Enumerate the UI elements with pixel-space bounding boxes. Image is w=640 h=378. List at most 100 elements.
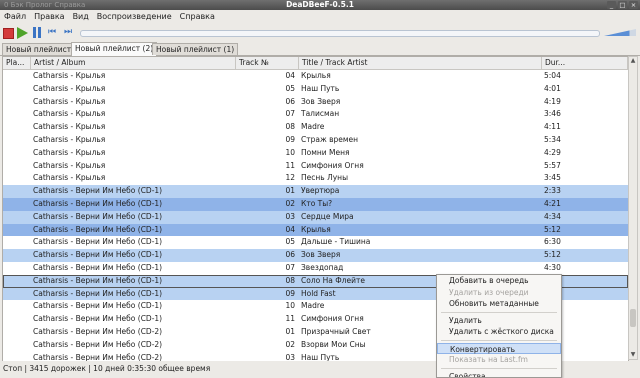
stop-button[interactable] <box>3 28 14 39</box>
cell-duration: 4:29 <box>544 147 604 160</box>
table-row[interactable]: Catharsis - Крылья05Наш Путь4:01 <box>3 83 628 96</box>
cell-title: Песнь Луны <box>301 172 511 185</box>
cell-track-number: 11 <box>237 160 295 173</box>
menu-playback[interactable]: Воспроизведение <box>93 10 176 24</box>
cell-track-number: 01 <box>237 326 295 339</box>
cell-artist: Catharsis - Верни Им Небо (CD-1) <box>33 236 233 249</box>
pause-button[interactable] <box>33 27 45 38</box>
column-header-playing[interactable]: Pla... <box>3 57 31 69</box>
table-row[interactable]: Catharsis - Верни Им Небо (CD-1) 05 Дальше… <box>3 236 628 249</box>
cell-duration: 6:30 <box>544 236 604 249</box>
maximize-icon[interactable]: □ <box>618 1 627 9</box>
menu-view[interactable]: Вид <box>69 10 93 24</box>
table-row[interactable]: Catharsis - Крылья08Madre4:11 <box>3 121 628 134</box>
table-row[interactable]: Catharsis - Верни Им Небо (CD-1)01Увертю… <box>3 185 628 198</box>
seek-bar[interactable] <box>80 30 600 37</box>
cell-track-number: 11 <box>237 313 295 326</box>
playlist-tabs: Новый плейлист Новый плейлист (2) Новый … <box>0 41 640 56</box>
cell-track-number: 03 <box>237 211 295 224</box>
cell-artist: Catharsis - Крылья <box>33 108 233 121</box>
toolbar: ⏮ ⏭ <box>0 24 640 41</box>
tab-playlist-1[interactable]: Новый плейлист <box>2 43 75 55</box>
table-row[interactable]: Catharsis - Крылья11Симфония Огня5:57 <box>3 160 628 173</box>
table-header: Pla... Artist / Album Track № Title / Tr… <box>3 57 628 70</box>
column-header-duration[interactable]: Dur... <box>542 57 628 69</box>
play-button[interactable] <box>17 27 28 39</box>
cell-track-number: 08 <box>237 275 295 288</box>
minimize-icon[interactable]: _ <box>607 1 616 9</box>
vertical-scrollbar[interactable]: ▲ ▼ <box>628 56 638 360</box>
table-row[interactable]: Catharsis - Крылья06Зов Зверя4:19 <box>3 96 628 109</box>
next-icon[interactable]: ⏭ <box>64 27 76 38</box>
cell-duration: 4:34 <box>544 211 604 224</box>
context-menu-item: Удалить из очереди <box>437 287 561 299</box>
cell-track-number: 06 <box>237 249 295 262</box>
table-row[interactable]: Catharsis - Крылья10Помни Меня4:29 <box>3 147 628 160</box>
cell-duration: 4:01 <box>544 83 604 96</box>
cell-artist: Catharsis - Верни Им Небо (CD-1) <box>33 288 233 301</box>
table-row[interactable]: Catharsis - Крылья12Песнь Луны3:45 <box>3 172 628 185</box>
cell-duration: 5:12 <box>544 224 604 237</box>
context-menu-item[interactable]: Конвертировать <box>437 343 561 355</box>
context-menu-item[interactable]: Удалить с жёсткого диска <box>437 326 561 338</box>
cell-track-number: 10 <box>237 300 295 313</box>
column-header-track[interactable]: Track № <box>236 57 299 69</box>
cell-duration: 2:33 <box>544 185 604 198</box>
table-row[interactable]: Catharsis - Верни Им Небо (CD-1)02Кто Ты… <box>3 198 628 211</box>
cell-artist: Catharsis - Верни Им Небо (CD-1) <box>33 275 233 288</box>
table-row[interactable]: Catharsis - Верни Им Небо (CD-1) 04 Крылья… <box>3 224 628 237</box>
cell-artist: Catharsis - Крылья <box>33 160 233 173</box>
cell-title: Дальше - Тишина <box>301 236 511 249</box>
volume-slider[interactable] <box>604 29 636 36</box>
menu-bar: Файл Правка Вид Воспроизведение Справка <box>0 10 640 24</box>
cell-track-number: 04 <box>237 224 295 237</box>
table-row[interactable]: Catharsis - Верни Им Небо (CD-1)07Звездо… <box>3 262 628 275</box>
previous-icon[interactable]: ⏮ <box>48 27 60 38</box>
menu-separator <box>441 368 557 369</box>
close-icon[interactable]: × <box>629 1 638 9</box>
cell-title: Помни Меня <box>301 147 511 160</box>
cell-track-number: 09 <box>237 288 295 301</box>
cell-track-number: 02 <box>237 198 295 211</box>
context-menu-item[interactable]: Свойства <box>437 371 561 378</box>
cell-duration: 4:11 <box>544 121 604 134</box>
cell-title: Страж времен <box>301 134 511 147</box>
context-menu-item[interactable]: Удалить <box>437 315 561 327</box>
scrollbar-thumb[interactable] <box>630 309 636 327</box>
cell-duration: 5:12 <box>544 249 604 262</box>
context-menu-item[interactable]: Добавить в очередь <box>437 275 561 287</box>
cell-title: Madre <box>301 121 511 134</box>
menu-edit[interactable]: Правка <box>30 10 68 24</box>
column-header-title[interactable]: Title / Track Artist <box>299 57 542 69</box>
menu-separator <box>441 340 557 341</box>
cell-artist: Catharsis - Верни Им Небо (CD-1) <box>33 300 233 313</box>
cell-track-number: 06 <box>237 96 295 109</box>
scroll-up-icon[interactable]: ▲ <box>629 57 637 65</box>
cell-artist: Catharsis - Крылья <box>33 172 233 185</box>
cell-title: Крылья <box>301 224 511 237</box>
scroll-down-icon[interactable]: ▼ <box>629 351 637 359</box>
tab-playlist-3[interactable]: Новый плейлист (1) <box>152 43 238 55</box>
table-row[interactable]: Catharsis - Крылья04Крылья5:04 <box>3 70 628 83</box>
cell-duration: 5:57 <box>544 160 604 173</box>
menu-help[interactable]: Справка <box>176 10 219 24</box>
cell-artist: Catharsis - Верни Им Небо (CD-1) <box>33 224 233 237</box>
context-menu-item[interactable]: Обновить метаданные <box>437 298 561 310</box>
table-row[interactable]: Catharsis - Верни Им Небо (CD-1)03Сердце… <box>3 211 628 224</box>
column-header-artist[interactable]: Artist / Album <box>31 57 236 69</box>
cell-artist: Catharsis - Крылья <box>33 96 233 109</box>
tab-playlist-2[interactable]: Новый плейлист (2) <box>71 42 157 56</box>
menu-separator <box>441 312 557 313</box>
cell-title: Сердце Мира <box>301 211 511 224</box>
window-title: DeaDBeeF-0.5.1 <box>0 0 640 10</box>
cell-duration: 5:34 <box>544 134 604 147</box>
cell-track-number: 05 <box>237 236 295 249</box>
table-row[interactable]: Catharsis - Крылья09Страж времен5:34 <box>3 134 628 147</box>
menu-file[interactable]: Файл <box>0 10 30 24</box>
table-row[interactable]: Catharsis - Крылья07Талисман3:46 <box>3 108 628 121</box>
table-row[interactable]: Catharsis - Верни Им Небо (CD-1)06Зов Зв… <box>3 249 628 262</box>
cell-title: Крылья <box>301 70 511 83</box>
cell-track-number: 02 <box>237 339 295 352</box>
title-bar: 0 Бэк Пролог Справка DeaDBeeF-0.5.1 _ □ … <box>0 0 640 10</box>
cell-artist: Catharsis - Верни Им Небо (CD-1) <box>33 262 233 275</box>
